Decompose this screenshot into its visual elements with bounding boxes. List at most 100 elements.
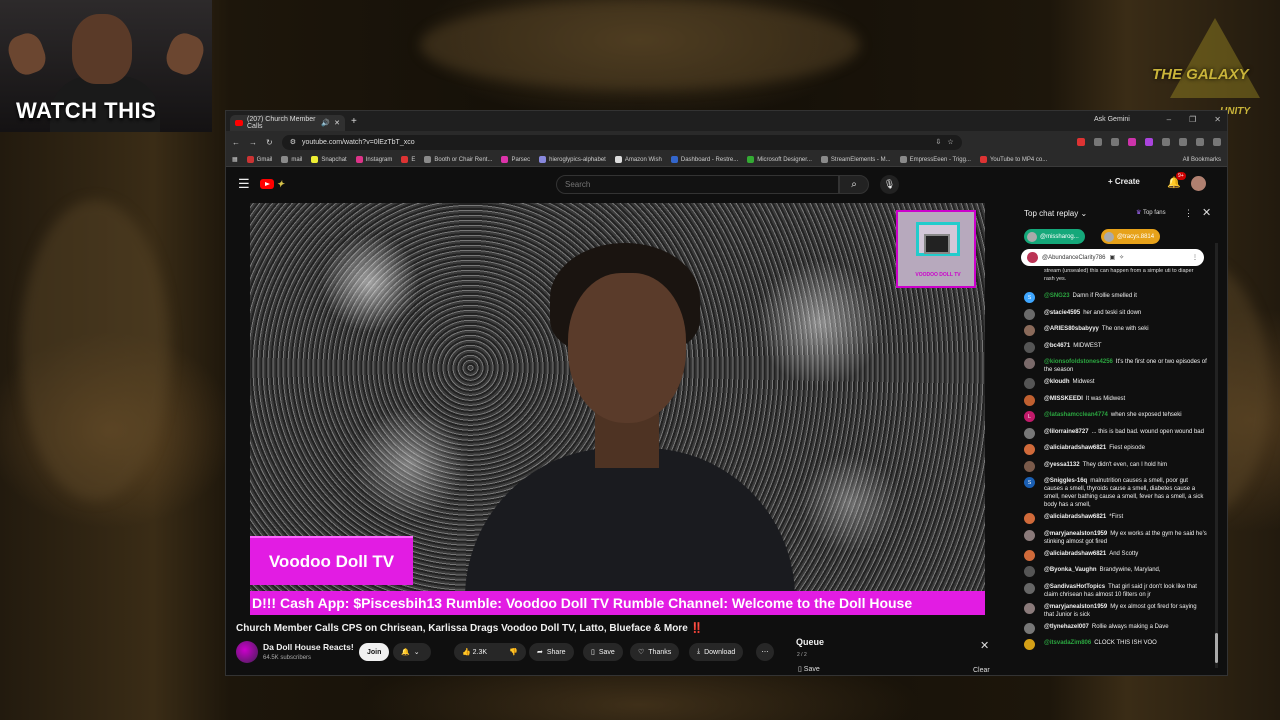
like-button[interactable]: 👍 2.3K [462, 648, 487, 656]
bookmark-item[interactable]: YouTube to MP4 co... [979, 156, 1047, 163]
chat-message-list: S @SNG23 Damn if Rollie smelled it @stacie4… [1016, 290, 1212, 654]
extension-icon[interactable] [1162, 138, 1170, 146]
all-bookmarks-button[interactable]: All Bookmarks [1183, 157, 1221, 163]
site-info-icon[interactable]: ⚙ [290, 138, 296, 146]
subscribe-bell-button[interactable]: 🔔 ⌄ [393, 643, 431, 661]
bookmark-item[interactable]: mail [281, 156, 302, 163]
maximize-icon[interactable]: ❐ [1189, 115, 1196, 124]
chat-message[interactable]: @Byonka_Vaughn Brandywine, Maryland, [1016, 564, 1212, 581]
bookmark-item[interactable]: Microsoft Designer... [747, 156, 812, 163]
dislike-icon[interactable]: 👎 [509, 648, 518, 656]
channel-avatar[interactable] [236, 641, 258, 663]
chat-message[interactable]: L @latashamcclean4774 when she exposed teh… [1016, 409, 1212, 426]
window-close-icon[interactable]: ✕ [1214, 115, 1221, 124]
chat-message[interactable]: @kionsofoldstones4256 It's the first one … [1016, 356, 1212, 376]
bookmark-item[interactable]: Instagram [355, 156, 392, 163]
search-input[interactable] [556, 175, 839, 194]
queue-save-button[interactable]: ▯ Save [798, 665, 820, 673]
extension-icon[interactable] [1111, 138, 1119, 146]
bookmark-item[interactable]: Booth or Chair Rent... [424, 156, 492, 163]
chat-message[interactable]: @aliciabradshaw6821 *First [1016, 511, 1212, 528]
reload-icon[interactable]: ↻ [266, 138, 273, 147]
back-icon[interactable]: ← [232, 138, 240, 147]
chat-author: @Byonka_Vaughn [1044, 567, 1097, 573]
channel-name[interactable]: Da Doll House Reacts! [263, 642, 354, 652]
extension-icon[interactable] [1145, 138, 1153, 146]
more-actions-button[interactable]: ⋯ [756, 643, 774, 661]
chat-message[interactable]: @MISSKEEDI It was Midwest [1016, 393, 1212, 410]
chat-message[interactable]: @itsvadaZim806 CLOCK THIS ISH VOO [1016, 637, 1212, 654]
chat-message[interactable]: @maryjanealston1959 My ex almost got fire… [1016, 601, 1212, 621]
extension-icon[interactable] [1128, 138, 1136, 146]
speaker-icon[interactable]: 🔊 [321, 119, 330, 127]
chat-message[interactable]: @aliciabradshaw6821 Fiest episode [1016, 442, 1212, 459]
chat-message[interactable]: @yessa1132 They didn't even, can I hold h… [1016, 459, 1212, 476]
queue-title: Queue [796, 637, 825, 647]
join-button[interactable]: Join [359, 643, 390, 661]
forward-icon[interactable]: → [249, 138, 257, 147]
new-tab-icon[interactable]: + [351, 116, 357, 127]
bookmark-item[interactable]: StreamElements - M... [820, 156, 891, 163]
top-fans-button[interactable]: ♛ Top fans [1136, 209, 1166, 216]
pinned-message[interactable]: @AbundanceClarity786 ▣ ✧ ⋮ [1021, 249, 1204, 266]
account-avatar[interactable] [1191, 176, 1206, 191]
tab-close-icon[interactable]: ✕ [334, 119, 340, 127]
queue-clear-button[interactable]: Clear [973, 667, 990, 674]
chat-message[interactable]: @bc4671 MIDWEST [1016, 340, 1212, 357]
chat-scrollbar[interactable] [1215, 243, 1218, 668]
watch-this-label: WATCH THIS [16, 98, 157, 123]
pinned-more-icon[interactable]: ⋮ [1192, 254, 1198, 261]
bookmark-item[interactable]: EmpressEeen - Trigg... [899, 156, 971, 163]
video-player[interactable]: VOODOO DOLL TV Voodoo Doll TV D!!! Cash … [250, 203, 985, 615]
chat-message[interactable]: @maryjanealston1959 My ex works at the gy… [1016, 528, 1212, 548]
chat-message[interactable]: @tlynehazel007 Rollie always making a Dav… [1016, 621, 1212, 638]
extension-icon[interactable] [1094, 138, 1102, 146]
hamburger-menu-icon[interactable]: ☰ [238, 176, 250, 192]
chat-message[interactable]: @kloudh Midwest [1016, 376, 1212, 393]
donation-chip[interactable]: @missharog... [1024, 229, 1085, 244]
chat-message[interactable]: S @SNG23 Damn if Rollie smelled it [1016, 290, 1212, 307]
bookmark-item[interactable]: Amazon Wish [614, 156, 662, 163]
minimize-icon[interactable]: – [1167, 115, 1171, 124]
microphone-icon[interactable]: 🎙 [880, 175, 899, 194]
youtube-logo-icon[interactable] [259, 179, 274, 189]
chat-message[interactable]: @lilorraine8727... this is bad bad. woun… [1016, 426, 1212, 443]
download-button[interactable]: ⤓ Download [689, 643, 744, 661]
chat-author: @bc4671 [1044, 342, 1071, 349]
donation-chip[interactable]: @tracys.8814 [1101, 229, 1161, 244]
profile-icon[interactable] [1196, 138, 1204, 146]
bookmark-item[interactable]: Dashboard - Restre... [670, 156, 738, 163]
chat-more-icon[interactable]: ⋮ [1184, 208, 1193, 219]
chat-message[interactable]: @stacie4595 her and teski sit down [1016, 307, 1212, 324]
thanks-button[interactable]: ♡ Thanks [630, 643, 680, 661]
create-button[interactable]: + Create [1108, 177, 1140, 186]
share-button[interactable]: ➦ Share [529, 643, 574, 661]
chat-message[interactable]: @aliciabradshaw6821 And Scotty [1016, 548, 1212, 565]
save-button[interactable]: ▯ Save [583, 643, 623, 661]
chat-scrollbar-thumb[interactable] [1215, 633, 1218, 663]
queue-close-icon[interactable]: ✕ [980, 639, 989, 652]
ask-gemini-button[interactable]: Ask Gemini [1094, 116, 1130, 123]
install-icon[interactable]: ⇩ [936, 138, 942, 146]
extension-icon[interactable] [1077, 138, 1085, 146]
kebab-menu-icon[interactable] [1213, 138, 1221, 146]
chat-message[interactable]: S @Sniggles-16q malnutrition causes a smel… [1016, 475, 1212, 511]
bookmark-item[interactable]: Parsec [501, 156, 530, 163]
bookmark-item[interactable]: hieroglypics-alphabet [539, 156, 606, 163]
chat-message[interactable]: @ARIES80sbabyyy The one with seki [1016, 323, 1212, 340]
chat-mode-dropdown[interactable]: Top chat replay ⌄ [1024, 209, 1087, 218]
bookmarks-bar: ▦ Gmail mail Snapchat Instagram E Booth … [226, 153, 1227, 167]
tab-youtube[interactable]: (207) Church Member Calls 🔊 ✕ [230, 115, 345, 131]
chat-message-text: It was Midwest [1085, 395, 1126, 402]
bookmark-item[interactable]: Snapchat [311, 156, 347, 163]
youtube-logo-text[interactable]: ✦ [277, 179, 285, 190]
address-bar[interactable]: ⚙ youtube.com/watch?v=0lEzTbT_xco ⇩ ☆ [281, 134, 962, 150]
puzzle-icon[interactable] [1179, 138, 1187, 146]
chat-close-icon[interactable]: ✕ [1202, 206, 1211, 219]
bookmark-item[interactable]: E [401, 156, 415, 163]
apps-grid-icon[interactable]: ▦ [232, 156, 238, 163]
chat-message[interactable]: @SandivasHotTopics That girl said jr don'… [1016, 581, 1212, 601]
search-icon[interactable]: ⌕ [839, 175, 869, 194]
bookmark-star-icon[interactable]: ☆ [947, 138, 953, 146]
bookmark-item[interactable]: Gmail [246, 156, 272, 163]
